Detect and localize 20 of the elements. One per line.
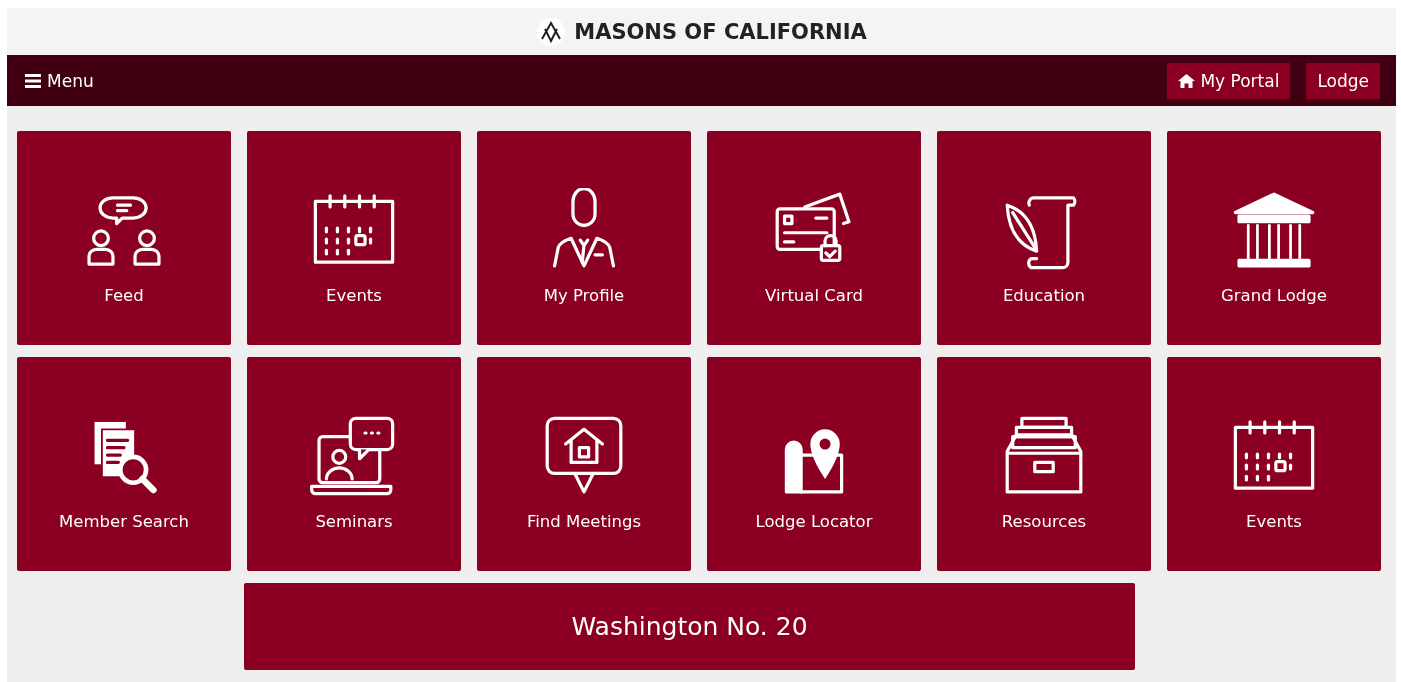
menu-tile[interactable]: Events xyxy=(1167,357,1381,571)
menu-icon xyxy=(25,73,41,88)
menu-tile[interactable]: Lodge Locator xyxy=(707,357,921,571)
menu-tile[interactable]: Resources xyxy=(937,357,1151,571)
site-title: MASONS OF CALIFORNIA xyxy=(574,19,867,44)
lodge-banner[interactable]: Washington No. 20 xyxy=(244,583,1135,670)
menu-button[interactable]: Menu xyxy=(25,70,94,91)
menu-tile[interactable]: Member Search xyxy=(17,357,231,571)
menu-tile[interactable]: Virtual Card xyxy=(707,131,921,345)
menu-tile[interactable]: Seminars xyxy=(247,357,461,571)
menu-tile[interactable]: Find Meetings xyxy=(477,357,691,571)
menu-tile[interactable]: My Profile xyxy=(477,131,691,345)
lodge-button[interactable]: Lodge xyxy=(1306,62,1380,99)
menu-tile[interactable]: Events xyxy=(247,131,461,345)
logo-icon xyxy=(536,16,567,47)
menu-tile[interactable]: Feed xyxy=(17,131,231,345)
home-icon xyxy=(1178,73,1196,88)
menu-tile[interactable]: Grand Lodge xyxy=(1167,131,1381,345)
portal-button[interactable]: My Portal xyxy=(1167,62,1291,99)
menu-tile[interactable]: Education xyxy=(937,131,1151,345)
